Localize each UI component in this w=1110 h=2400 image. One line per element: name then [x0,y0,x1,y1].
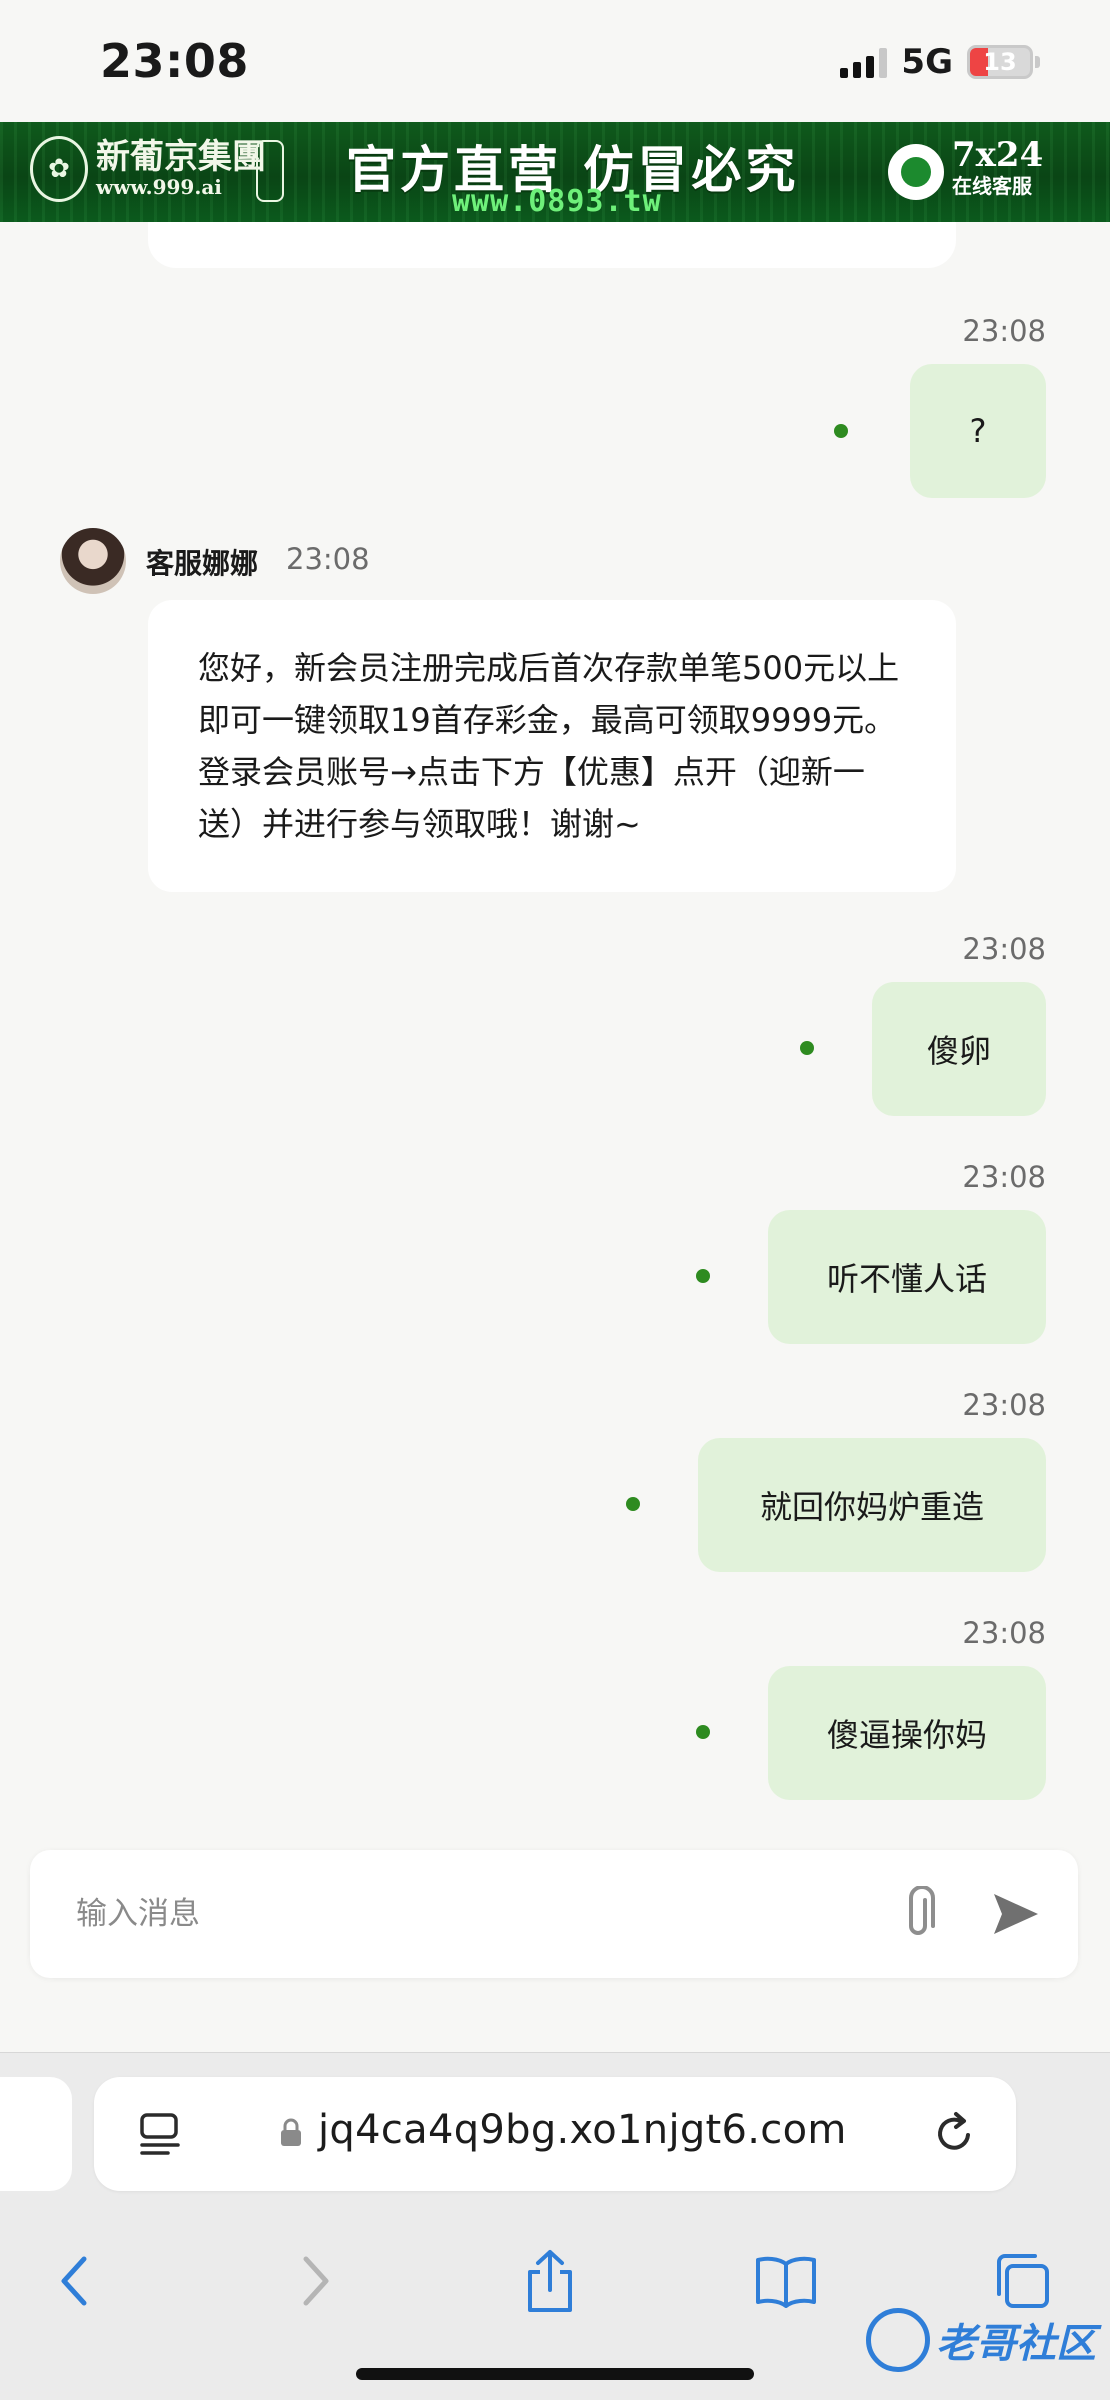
page-menu-icon[interactable] [138,2111,182,2157]
agent-avatar[interactable] [60,528,126,594]
share-button[interactable] [510,2241,590,2321]
network-type: 5G [901,42,953,82]
message-time: 23:08 [962,1616,1046,1650]
promo-banner[interactable]: ✿ 新葡京集團 www.999.ai 官方直营 仿冒必究 www.0893.tw… [0,122,1110,222]
read-status-dot [834,424,848,438]
forward-button[interactable] [276,2241,356,2321]
status-time: 23:08 [100,34,249,88]
previous-message-bubble [148,222,956,268]
read-status-dot [800,1041,814,1055]
message-time: 23:08 [962,932,1046,966]
lock-icon [281,2118,301,2146]
status-bar: 23:08 5G 13 [0,0,1110,122]
chevron-right-icon [303,2256,329,2306]
battery-level: 13 [983,48,1017,76]
message-time: 23:08 [286,542,370,576]
dragon-logo-icon [866,2308,930,2372]
paperclip-icon [909,1886,935,1935]
brand-url: www.999.ai [96,175,222,199]
brand-name: 新葡京集團 [96,137,266,177]
agent-name: 客服娜娜 [146,547,259,580]
signal-icon [840,46,888,78]
attachment-button[interactable] [888,1884,948,1944]
message-input[interactable] [76,1888,856,1940]
book-icon [756,2256,816,2308]
outgoing-message[interactable]: 就回你妈炉重造 [698,1438,1046,1572]
message-time: 23:08 [962,314,1046,348]
read-status-dot [696,1269,710,1283]
site-watermark: 老哥社区 [866,2300,1096,2380]
address-bar[interactable]: jq4ca4q9bg.xo1njgt6.com [94,2077,1016,2191]
watermark-text: 老哥社区 [936,2320,1096,2367]
chat-thread[interactable]: 23:08 ? 客服娜娜 23:08 您好，新会员注册完成后首次存款单笔500元… [0,222,1110,2052]
customer-service-link[interactable]: 7x24 在线客服 [952,136,1043,198]
outgoing-message[interactable]: ? [910,364,1046,498]
chevron-left-icon [61,2256,87,2306]
share-icon [528,2250,572,2312]
previous-tab-preview[interactable] [0,2077,72,2191]
reload-icon[interactable] [930,2109,980,2159]
message-time: 23:08 [962,1160,1046,1194]
incoming-message[interactable]: 您好，新会员注册完成后首次存款单笔500元以上即可一键领取19首存彩金，最高可领… [148,600,956,892]
bookmarks-button[interactable] [746,2241,826,2321]
url-text: jq4ca4q9bg.xo1njgt6.com [318,2107,847,2153]
send-icon [994,1894,1038,1934]
customer-service-icon [888,144,944,200]
banner-scroll-url: www.0893.tw [452,184,662,219]
brand-block: 新葡京集團 www.999.ai [96,138,266,198]
battery-icon: 13 [967,45,1033,79]
back-button[interactable] [34,2241,114,2321]
service-label: 在线客服 [952,174,1032,198]
outgoing-message[interactable]: 傻卵 [872,982,1046,1116]
service-hours: 7x24 [952,135,1044,175]
seal-icon [256,140,284,202]
message-composer [30,1850,1078,1978]
read-status-dot [626,1497,640,1511]
message-time: 23:08 [962,1388,1046,1422]
outgoing-message[interactable]: 听不懂人话 [768,1210,1046,1344]
brand-logo-icon: ✿ [30,136,88,202]
send-button[interactable] [984,1884,1048,1944]
status-indicators: 5G 13 [840,42,1040,82]
home-indicator[interactable] [356,2368,754,2380]
read-status-dot [696,1725,710,1739]
outgoing-message[interactable]: 傻逼操你妈 [768,1666,1046,1800]
